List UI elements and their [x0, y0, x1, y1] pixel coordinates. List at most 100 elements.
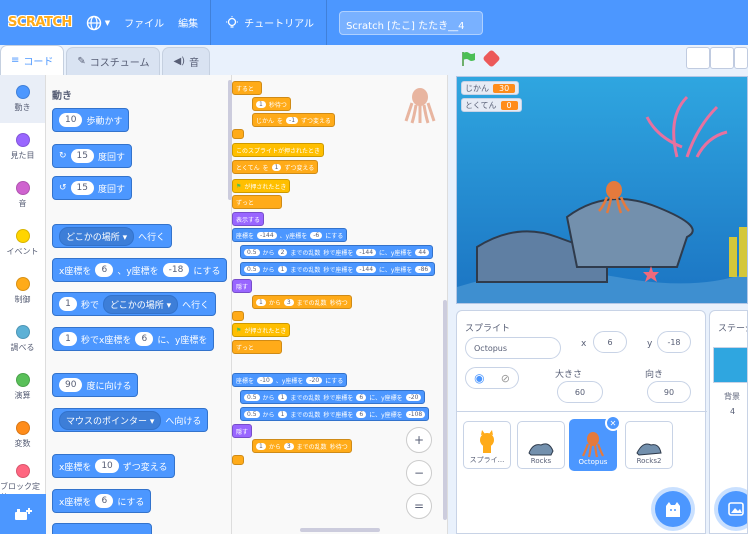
scratch-logo[interactable]: SCRATCH — [8, 15, 72, 30]
block-input[interactable]: 2 — [277, 248, 288, 256]
stop-button[interactable] — [482, 49, 501, 68]
change-x-block[interactable]: x座標を 10 ずつ変える — [52, 454, 175, 478]
delete-sprite-icon[interactable]: ✕ — [605, 415, 621, 431]
stage-target-pane[interactable]: ステージ 背景 4 — [709, 310, 748, 534]
script-block[interactable]: 座標を -144 、y座標を -6 にする — [232, 228, 348, 242]
tab-code[interactable]: ≡ コード — [0, 45, 65, 75]
green-flag-button[interactable] — [460, 51, 476, 67]
eye-off-icon[interactable]: ⊘ — [501, 372, 510, 385]
block-input[interactable]: 1 — [256, 298, 266, 306]
sprite-tile-cat[interactable]: スプライ... — [463, 421, 511, 469]
block-input[interactable]: -144 — [257, 231, 277, 239]
sprite-tile-rocks[interactable]: Rocks — [517, 421, 565, 469]
block-input[interactable]: -18 — [162, 263, 190, 277]
turn-left-block[interactable]: ↺ 15 度回す — [52, 176, 133, 200]
zoom-reset-button[interactable]: = — [406, 493, 432, 519]
large-stage-button[interactable] — [710, 47, 734, 69]
category-events[interactable]: イベント — [0, 219, 45, 267]
block-input[interactable]: 6 — [356, 410, 367, 418]
point-direction-block[interactable]: 90 度に向ける — [52, 373, 139, 397]
size-input[interactable]: 60 — [557, 381, 603, 403]
glide-to-block[interactable]: 1 秒で どこかの場所 ▾ へ行く — [52, 292, 217, 316]
block-input[interactable]: 1 — [271, 163, 282, 171]
script-vertical-scrollbar[interactable] — [443, 300, 447, 520]
block-input[interactable]: 15 — [70, 149, 94, 163]
script-block[interactable]: とくてんを 1 ずつ変える — [232, 160, 319, 174]
hat-block[interactable]: このスプライトが押されたとき — [232, 143, 325, 157]
block-input[interactable]: -86 — [415, 265, 432, 273]
script-area[interactable]: すると 1 秒待つ じかんを -1 ずつ変える このスプライトが押されたとき とくてん… — [232, 75, 448, 534]
block-input[interactable]: -10 — [257, 376, 273, 384]
zoom-in-button[interactable]: + — [406, 427, 432, 453]
motion-block[interactable] — [52, 523, 152, 534]
direction-input[interactable]: 90 — [647, 381, 691, 403]
script-block[interactable]: 隠す — [232, 424, 253, 438]
target-dropdown[interactable]: どこかの場所 ▾ — [59, 226, 135, 246]
tab-costumes[interactable]: ✎ コスチューム — [66, 47, 161, 75]
script-block[interactable]: 表示する — [232, 212, 265, 226]
block-input[interactable]: 90 — [59, 378, 83, 392]
category-sensing[interactable]: 調べる — [0, 315, 45, 363]
block-input[interactable]: 6 — [95, 494, 114, 508]
block-input[interactable]: 44 — [415, 248, 430, 256]
block-input[interactable]: 6 — [95, 263, 114, 277]
eye-icon[interactable]: ◉ — [474, 371, 484, 385]
glide-xy-block[interactable]: 1 秒でx座標を 6 に、y座標を — [52, 327, 215, 351]
x-input[interactable]: 6 — [593, 331, 627, 353]
category-variables[interactable]: 変数 — [0, 411, 45, 459]
move-steps-block[interactable]: 10 歩動かす — [52, 108, 130, 132]
block-input[interactable]: 1 — [256, 100, 266, 108]
block-input[interactable]: -144 — [356, 248, 377, 256]
language-menu[interactable]: ▼ — [86, 15, 110, 31]
block-input[interactable]: 3 — [283, 442, 294, 450]
block-input[interactable]: 1 — [256, 442, 266, 450]
block-input[interactable]: 1 — [59, 297, 77, 311]
edit-menu[interactable]: 編集 — [178, 15, 198, 30]
hat-block[interactable]: ⚑ が押されたとき — [232, 323, 291, 337]
block-input[interactable]: 1 — [277, 410, 288, 418]
block-input[interactable]: 1 — [59, 332, 77, 346]
sprite-name-input[interactable]: Octopus — [465, 337, 561, 359]
set-x-block[interactable]: x座標を 6 にする — [52, 489, 152, 513]
block-input[interactable]: -6 — [310, 231, 323, 239]
block-input[interactable]: 0.5 — [244, 410, 260, 418]
fullscreen-button[interactable] — [734, 47, 748, 69]
forever-block[interactable]: ずっと — [232, 195, 282, 209]
add-extension-button[interactable] — [0, 494, 46, 534]
block-input[interactable]: 10 — [59, 113, 83, 127]
category-sound[interactable]: 音 — [0, 171, 45, 219]
block-input[interactable]: 1 — [277, 265, 288, 273]
block-input[interactable]: -108 — [405, 410, 426, 418]
block-input[interactable]: 10 — [95, 459, 119, 473]
script-block[interactable]: 1 秒待つ — [252, 97, 291, 111]
block-input[interactable]: 15 — [70, 181, 94, 195]
script-block[interactable]: 1 から 3 までの乱数 秒待つ — [252, 439, 352, 453]
small-stage-button[interactable] — [686, 47, 710, 69]
tutorials-menu[interactable]: チュートリアル — [225, 15, 314, 30]
script-block[interactable]: 0.5 から 1 までの乱数 秒で座標を -144 に、y座標を -86 — [240, 262, 436, 276]
target-dropdown[interactable]: どこかの場所 ▾ — [103, 294, 179, 314]
script-block[interactable]: じかんを -1 ずつ変える — [252, 113, 335, 127]
script-block[interactable]: 1 から 3 までの乱数 秒待つ — [252, 295, 352, 309]
block-input[interactable]: -1 — [286, 116, 299, 124]
block-input[interactable]: -20 — [306, 376, 323, 384]
script-block[interactable]: 0.5 から 1 までの乱数 秒で座標を 6 に、y座標を -108 — [240, 407, 430, 421]
block-input[interactable]: -20 — [405, 393, 422, 401]
script-block[interactable]: 0.5 から 2 までの乱数 秒で座標を -144 に、y座標を 44 — [240, 245, 434, 259]
add-sprite-button[interactable] — [655, 491, 691, 527]
visibility-toggle[interactable]: ◉ ⊘ — [465, 367, 519, 389]
point-towards-block[interactable]: マウスのポインター ▾ へ向ける — [52, 408, 209, 432]
add-backdrop-button[interactable] — [718, 491, 747, 527]
stage-canvas[interactable]: じかん 30 とくてん 0 — [456, 76, 748, 304]
category-motion[interactable]: 動き — [0, 75, 45, 123]
block-input[interactable]: 1 — [277, 393, 288, 401]
script-block[interactable]: 0.5 から 1 までの乱数 秒で座標を 6 に、y座標を -20 — [240, 390, 426, 404]
script-block[interactable]: 座標を -10 、y座標を -20 にする — [232, 373, 348, 387]
goto-xy-block[interactable]: x座標を 6 、y座標を -18 にする — [52, 258, 228, 282]
script-horizontal-scrollbar[interactable] — [300, 528, 380, 532]
category-looks[interactable]: 見た目 — [0, 123, 45, 171]
zoom-out-button[interactable]: − — [406, 460, 432, 486]
goto-block[interactable]: どこかの場所 ▾ へ行く — [52, 224, 173, 248]
block-input[interactable]: -144 — [356, 265, 377, 273]
sprite-tile-octopus[interactable]: ✕ Octopus — [569, 415, 621, 471]
